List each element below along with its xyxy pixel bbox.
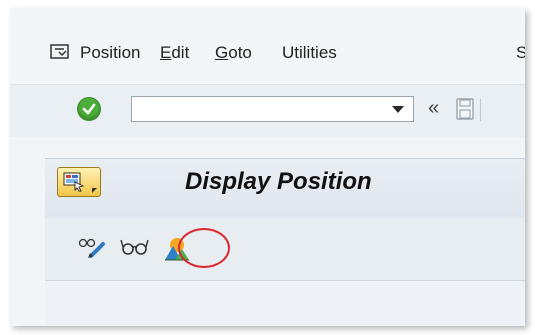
command-input[interactable] bbox=[136, 98, 380, 122]
system-menu-button[interactable] bbox=[57, 167, 101, 197]
display-glasses-icon[interactable] bbox=[120, 236, 150, 260]
standard-toolbar: « bbox=[10, 84, 525, 137]
menu-goto[interactable]: Goto bbox=[215, 43, 252, 63]
dropdown-arrow-icon[interactable] bbox=[392, 106, 404, 113]
content-area bbox=[45, 281, 525, 326]
collapse-toolbar-icon[interactable]: « bbox=[428, 97, 439, 120]
application-toolbar bbox=[45, 218, 525, 281]
toolbar-separator bbox=[480, 99, 481, 121]
command-menu-icon[interactable] bbox=[50, 44, 70, 60]
title-bar: Display Position bbox=[45, 158, 525, 219]
menu-position[interactable]: Position bbox=[80, 43, 140, 63]
enter-button[interactable] bbox=[78, 98, 100, 120]
menu-bar: Position Edit Goto Utilities S bbox=[10, 8, 525, 84]
change-glasses-pencil-icon[interactable] bbox=[78, 236, 108, 260]
checkmark-icon bbox=[82, 103, 96, 115]
highlight-annotation bbox=[178, 228, 230, 268]
screen-menu-icon bbox=[63, 172, 85, 192]
page-title: Display Position bbox=[185, 168, 372, 195]
menu-more[interactable]: S bbox=[516, 43, 525, 63]
menu-edit[interactable]: Edit bbox=[160, 43, 189, 63]
menu-utilities[interactable]: Utilities bbox=[282, 43, 337, 63]
sap-window: Position Edit Goto Utilities S « Display… bbox=[10, 8, 525, 326]
command-field[interactable] bbox=[131, 96, 414, 122]
menu-corner-icon bbox=[92, 188, 97, 193]
save-icon[interactable] bbox=[456, 98, 474, 120]
